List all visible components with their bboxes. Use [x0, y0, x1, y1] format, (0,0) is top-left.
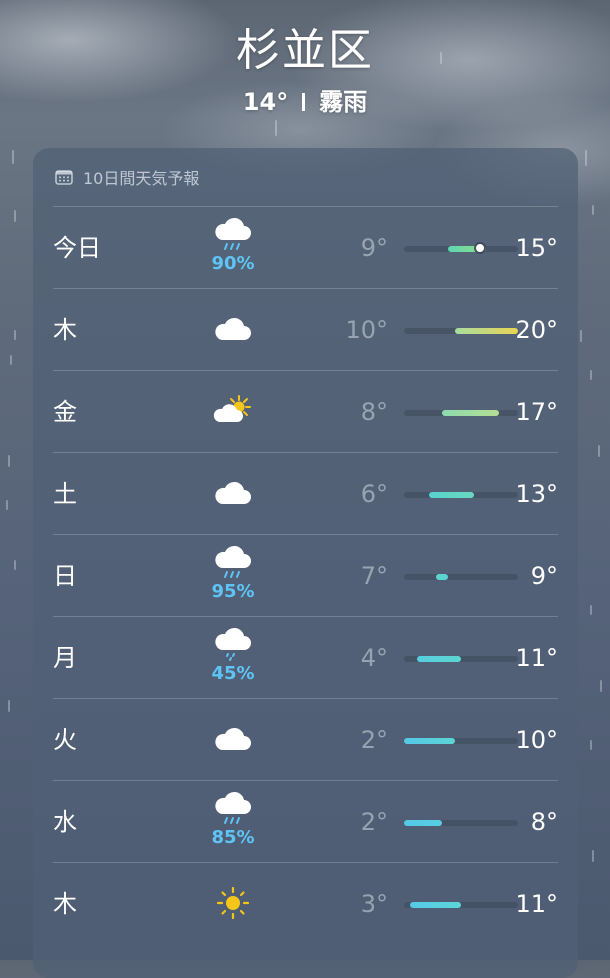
- low-temp: 9°: [360, 234, 388, 262]
- forecast-row[interactable]: 日 95% 7° 9°: [53, 534, 558, 617]
- forecast-row[interactable]: 木 3° 11°: [53, 862, 558, 945]
- temp-range-track: [404, 492, 518, 498]
- temp-range-bar: [404, 738, 455, 744]
- forecast-row[interactable]: 水 85% 2° 8°: [53, 780, 558, 863]
- high-temp: 8°: [530, 808, 558, 836]
- day-label: 今日: [53, 234, 101, 262]
- precip-chance: 45%: [211, 663, 255, 684]
- separator: [302, 93, 306, 111]
- forecast-row[interactable]: 金 8° 17°: [53, 370, 558, 453]
- low-temp: 4°: [360, 644, 388, 672]
- raindrop: [592, 850, 594, 862]
- low-temp: 8°: [360, 398, 388, 426]
- day-label: 木: [53, 890, 77, 918]
- raindrop: [12, 150, 14, 164]
- card-header: 10日間天気予報: [55, 166, 199, 188]
- forecast-row[interactable]: 月 45% 4° 11°: [53, 616, 558, 699]
- temp-range-bar: [410, 902, 461, 908]
- low-temp: 6°: [360, 480, 388, 508]
- calendar-icon: [55, 170, 73, 185]
- rain-cloud-icon: [215, 545, 251, 578]
- ten-day-forecast-card[interactable]: 10日間天気予報 今日 90% 9° 15° 木 10° 20° 金 8° 17° 土 6° 13° 日 9…: [33, 148, 578, 978]
- temp-range-track: [404, 328, 518, 334]
- day-label: 金: [53, 398, 77, 426]
- day-label: 木: [53, 316, 77, 344]
- cloud-icon: [215, 727, 251, 750]
- raindrop: [6, 500, 8, 510]
- low-temp: 2°: [360, 808, 388, 836]
- rain-cloud-icon: [215, 791, 251, 824]
- temp-range-track: [404, 902, 518, 908]
- raindrop: [580, 330, 582, 342]
- temp-range-bar: [442, 410, 499, 416]
- raindrop: [598, 445, 600, 457]
- precip-chance: 85%: [211, 827, 255, 848]
- drizzle-cloud-icon: [215, 627, 251, 661]
- raindrop: [600, 680, 602, 692]
- forecast-row[interactable]: 火 2° 10°: [53, 698, 558, 781]
- raindrop: [8, 455, 10, 467]
- temp-range-track: [404, 738, 518, 744]
- high-temp: 10°: [515, 726, 558, 754]
- temp-range-bar: [429, 492, 474, 498]
- day-label: 土: [53, 480, 77, 508]
- day-label: 月: [53, 644, 77, 672]
- temp-range-track: [404, 574, 518, 580]
- raindrop: [585, 150, 587, 166]
- temp-range-bar: [454, 328, 518, 334]
- raindrop: [590, 370, 592, 380]
- precip-chance: 90%: [211, 253, 255, 274]
- rain-cloud-icon: [215, 217, 251, 250]
- high-temp: 9°: [530, 562, 558, 590]
- high-temp: 15°: [515, 234, 558, 262]
- current-condition: 霧雨: [319, 88, 368, 116]
- current-temp-dot: [476, 244, 484, 252]
- raindrop: [590, 740, 592, 750]
- high-temp: 13°: [515, 480, 558, 508]
- forecast-row[interactable]: 今日 90% 9° 15°: [53, 206, 558, 289]
- raindrop: [14, 560, 16, 570]
- raindrop: [10, 355, 12, 365]
- temp-range-track: [404, 656, 518, 662]
- current-temp: 14°: [242, 88, 289, 116]
- location-name: 杉並区: [236, 25, 374, 76]
- low-temp: 7°: [360, 562, 388, 590]
- cloud-icon: [215, 481, 251, 504]
- raindrop: [590, 605, 592, 615]
- forecast-row[interactable]: 木 10° 20°: [53, 288, 558, 371]
- raindrop: [14, 330, 16, 340]
- low-temp: 3°: [360, 890, 388, 918]
- low-temp: 2°: [360, 726, 388, 754]
- low-temp: 10°: [345, 316, 388, 344]
- forecast-row[interactable]: 土 6° 13°: [53, 452, 558, 535]
- raindrop: [14, 210, 16, 222]
- partly-sunny-icon: [213, 395, 251, 422]
- card-title: 10日間天気予報: [83, 169, 200, 188]
- high-temp: 20°: [515, 316, 558, 344]
- high-temp: 17°: [515, 398, 558, 426]
- raindrop: [275, 120, 277, 136]
- raindrop: [8, 700, 10, 712]
- temp-range-track: [404, 410, 518, 416]
- raindrop: [592, 205, 594, 215]
- temp-range-track: [404, 820, 518, 826]
- current-conditions: 14° 霧雨: [0, 82, 610, 117]
- temp-range-bar: [435, 574, 449, 580]
- temp-range-bar: [404, 820, 442, 826]
- cloud-icon: [215, 317, 251, 340]
- high-temp: 11°: [515, 890, 558, 918]
- day-label: 火: [53, 726, 77, 754]
- day-label: 水: [53, 808, 77, 836]
- high-temp: 11°: [515, 644, 558, 672]
- temp-range-bar: [416, 656, 461, 662]
- temp-range-track: [404, 244, 518, 252]
- day-label: 日: [53, 562, 77, 590]
- sun-icon: [216, 886, 250, 920]
- precip-chance: 95%: [211, 581, 255, 602]
